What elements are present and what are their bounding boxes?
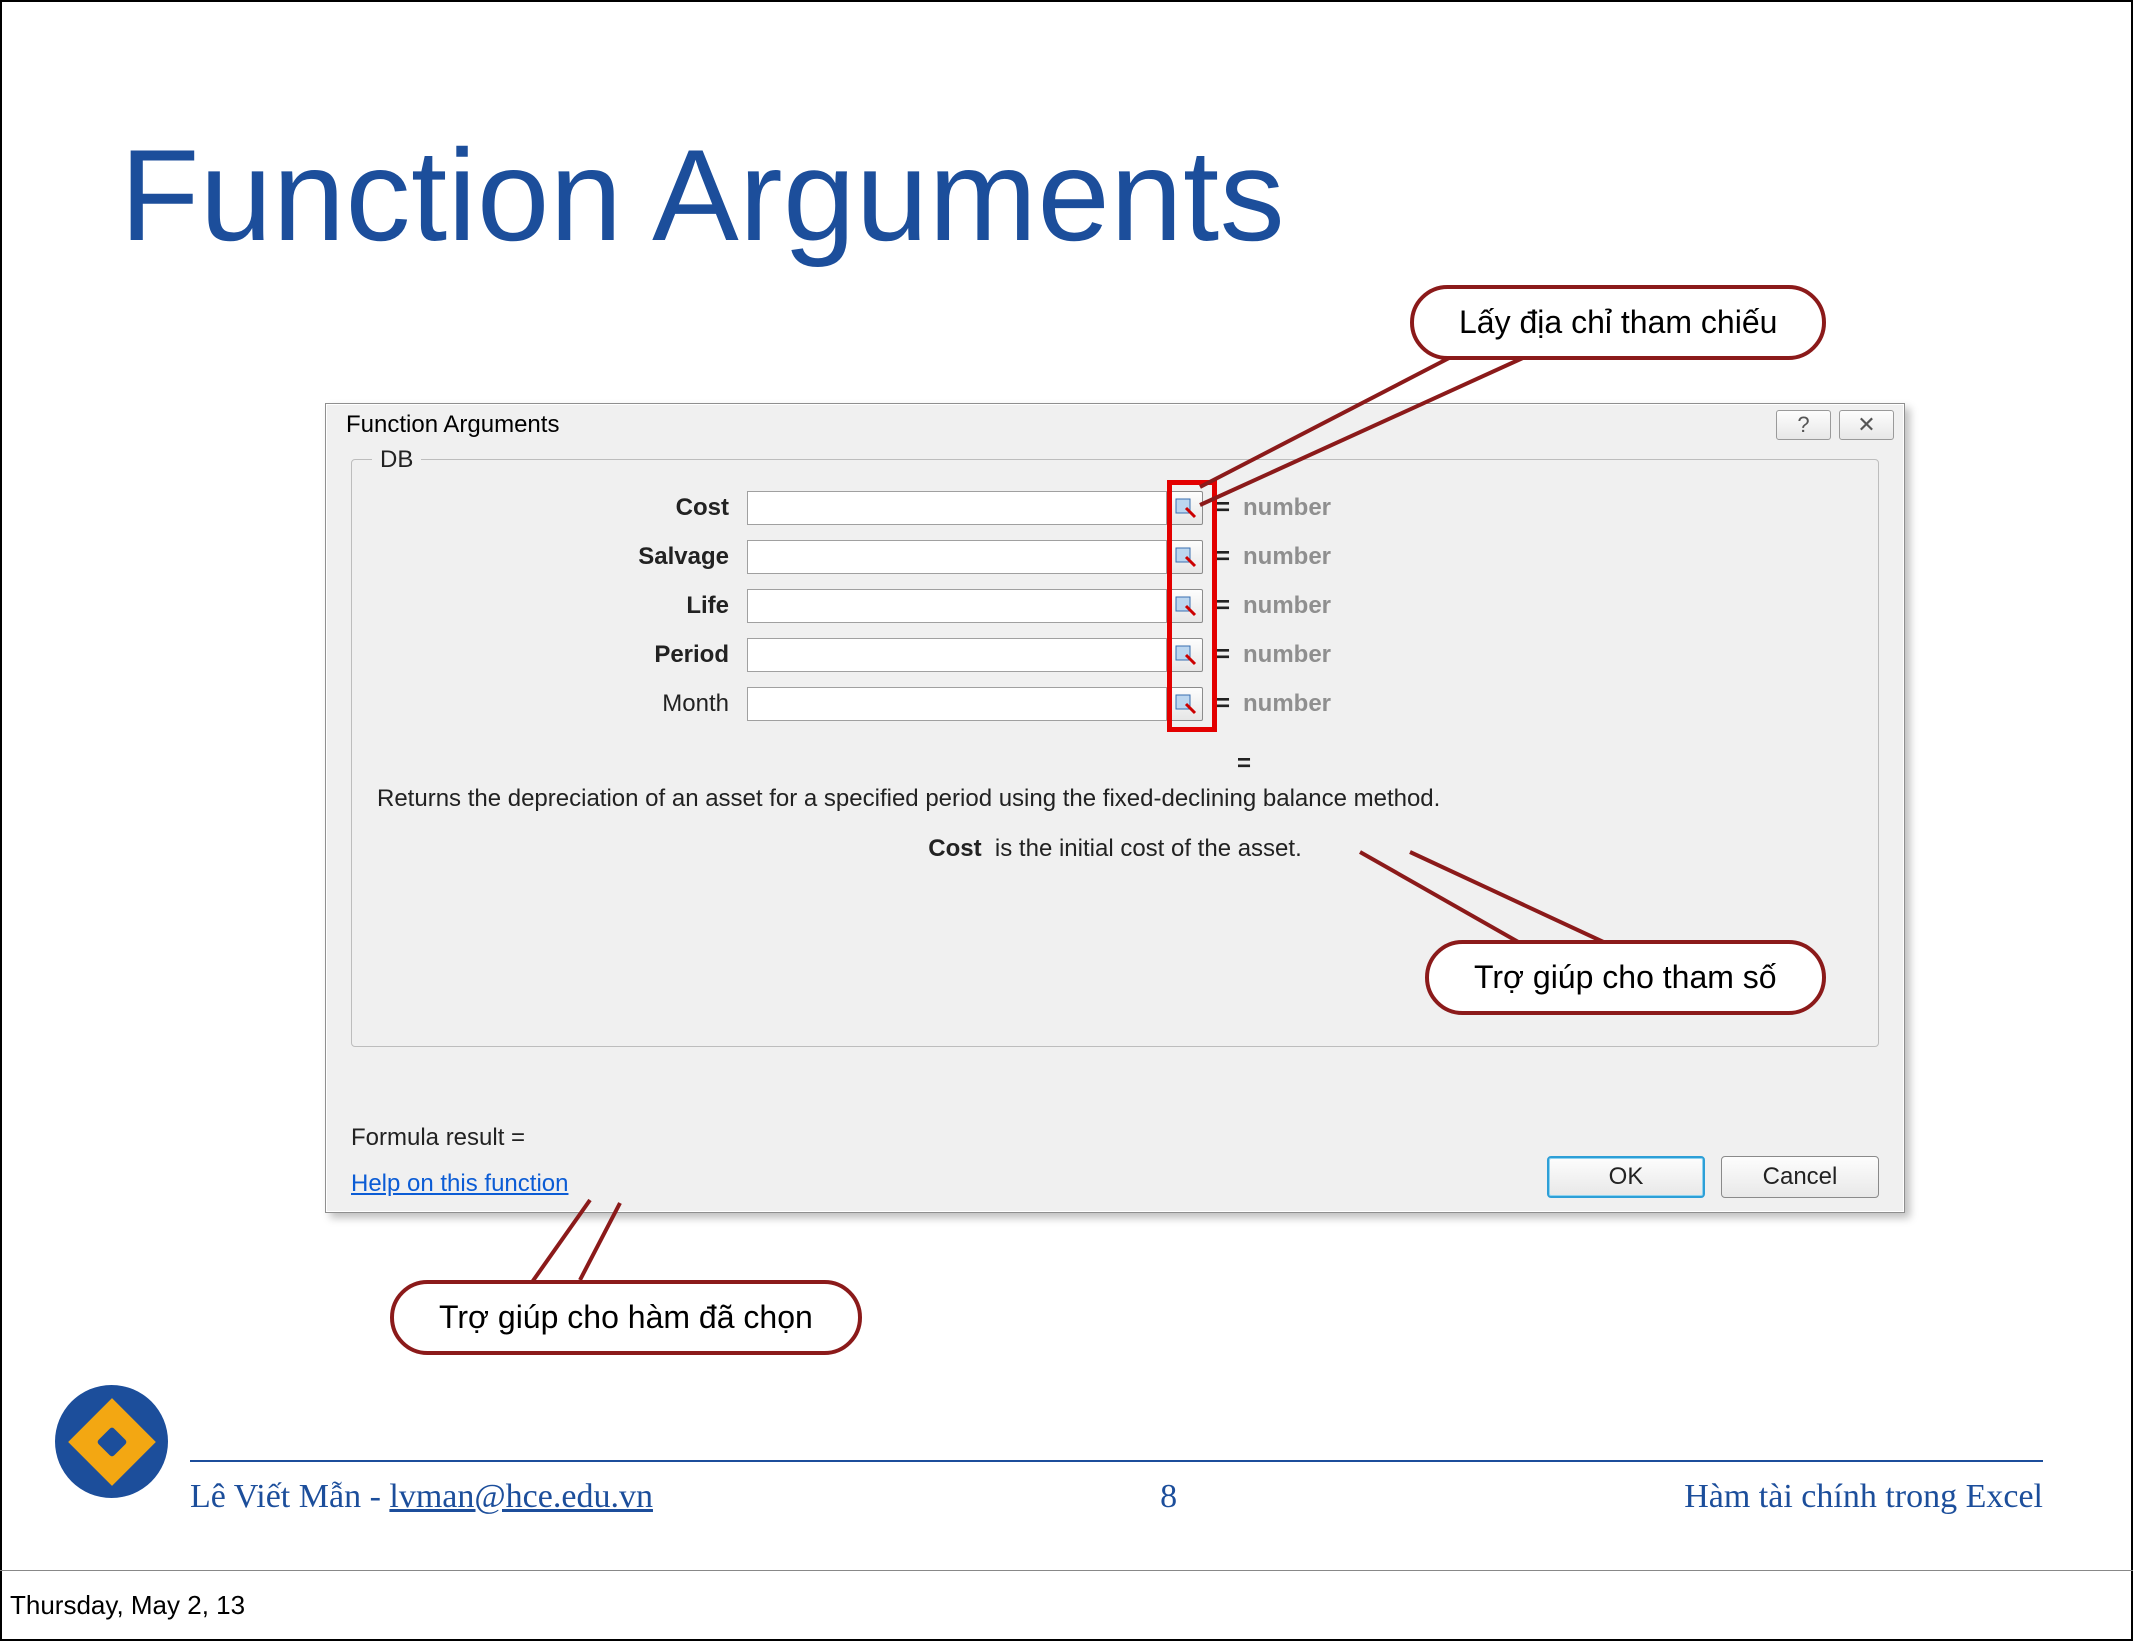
callout-connectors [0, 0, 2133, 1641]
footer-email: lvman@hce.edu.vn [389, 1478, 653, 1515]
callout-function-help: Trợ giúp cho hàm đã chọn [390, 1280, 862, 1355]
footer-topic: Hàm tài chính trong Excel [1684, 1478, 2043, 1516]
footer-page: 8 [1160, 1478, 1177, 1516]
callout-param-help: Trợ giúp cho tham số [1425, 940, 1826, 1015]
export-timestamp: Thursday, May 2, 13 [10, 1590, 245, 1621]
page-divider [0, 1570, 2133, 1571]
slide-footer: Lê Viết Mẫn - lvman@hce.edu.vn 8 Hàm tài… [190, 1478, 2043, 1516]
footer-author: Lê Viết Mẫn - lvman@hce.edu.vn [190, 1478, 653, 1516]
logo-icon [55, 1385, 168, 1498]
callout-reference: Lấy địa chỉ tham chiếu [1410, 285, 1826, 360]
footer-rule [190, 1460, 2043, 1462]
